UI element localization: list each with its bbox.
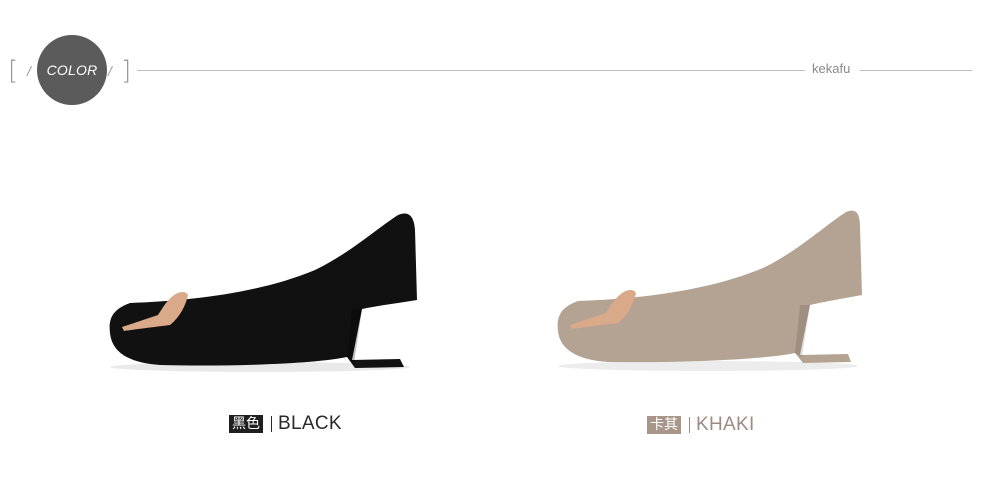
black-shoe-image [109,213,417,372]
black-caption: 黑色 BLACK [229,413,342,435]
color-tag: 卡其 [647,416,681,434]
color-badge-label: COLOR [46,62,98,78]
shoe-body [557,210,862,363]
divider-line [137,70,805,71]
divider-line-right [860,70,972,71]
color-name: KHAKI [696,414,755,435]
caption-separator [689,417,690,433]
brand-name: kekafu [812,61,851,76]
slash-left: / [27,63,31,79]
open-bracket: [ [8,56,19,86]
caption-separator [271,416,272,432]
shoe-body [109,213,417,368]
khaki-shoe-image [557,210,862,371]
khaki-caption: 卡其 KHAKI [647,414,755,436]
color-section-header: [ / COLOR / ] kekafu [0,0,990,140]
slash-right: / [108,63,112,79]
color-name: BLACK [278,413,342,434]
close-bracket: ] [121,56,132,86]
color-badge: COLOR [37,35,107,105]
color-tag: 黑色 [229,415,263,433]
